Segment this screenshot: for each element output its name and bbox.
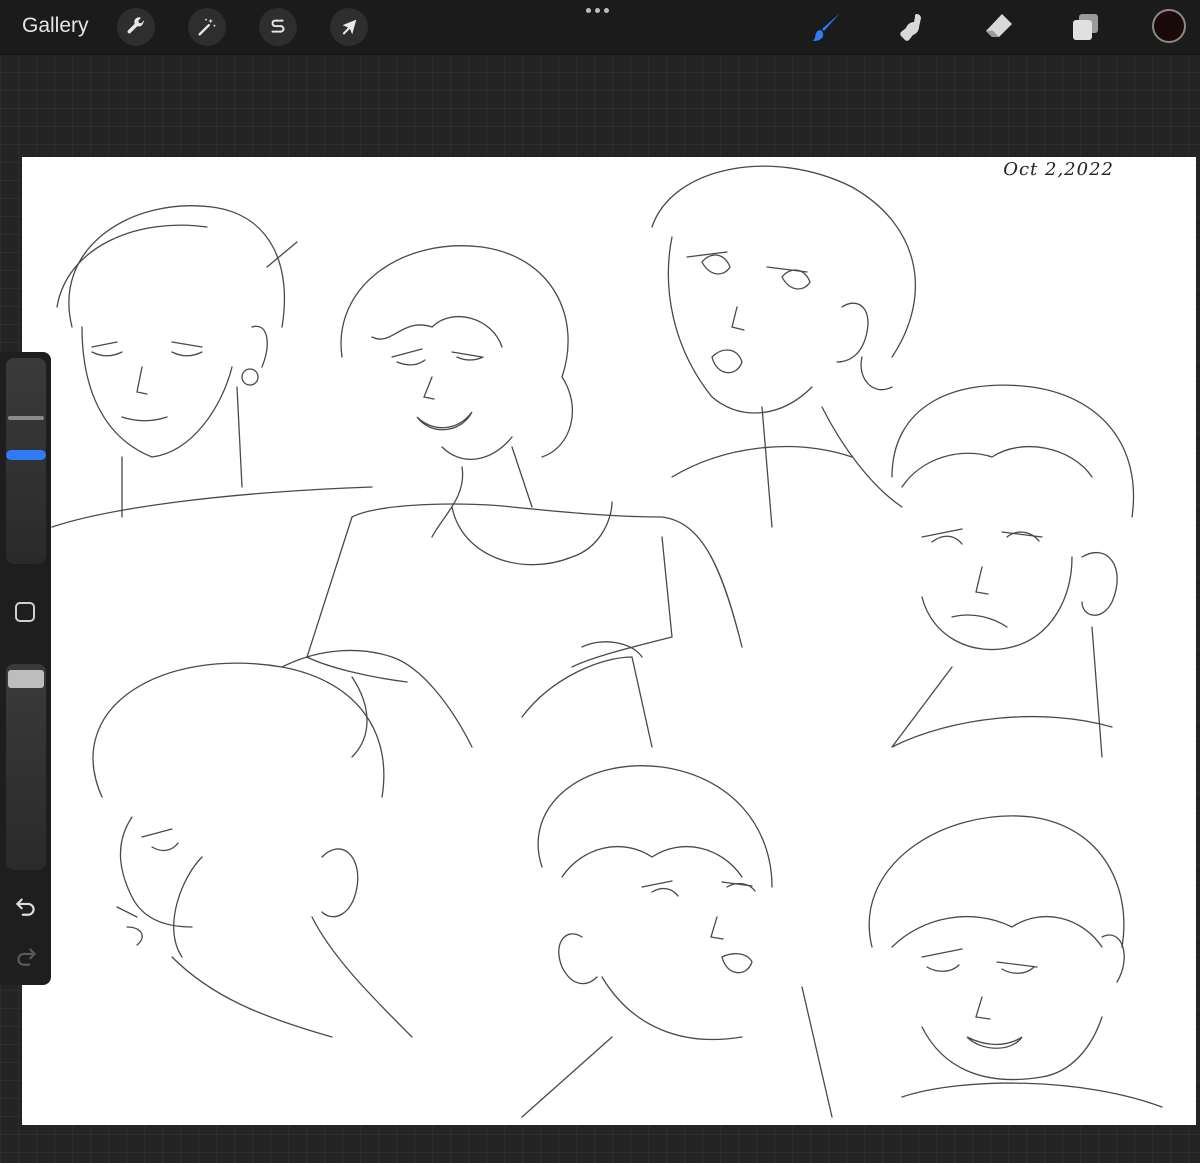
sketch-head-6	[521, 765, 833, 1118]
selection-s-icon	[271, 19, 285, 33]
smudge-finger-icon	[900, 14, 921, 41]
gallery-button[interactable]: Gallery	[22, 14, 89, 38]
undo-arrow-icon[interactable]	[13, 892, 39, 918]
wrench-icon	[127, 17, 145, 34]
more-dots-icon[interactable]	[586, 8, 609, 13]
eraser-tool-button[interactable]	[982, 10, 1016, 44]
sketch-head-4	[891, 384, 1135, 758]
sketch-head-1	[51, 205, 373, 528]
actions-wrench-button[interactable]	[117, 8, 155, 46]
selection-button[interactable]	[259, 8, 297, 46]
transform-button[interactable]	[330, 8, 368, 46]
redo-arrow-icon[interactable]	[13, 942, 39, 968]
brush-size-slider[interactable]	[6, 358, 46, 564]
brush-size-marker	[8, 416, 44, 420]
sketch-head-2	[306, 245, 743, 748]
smudge-tool-button[interactable]	[895, 10, 929, 44]
adjustments-button[interactable]	[188, 8, 226, 46]
top-toolbar: Gallery	[0, 0, 1200, 55]
color-picker-swatch[interactable]	[1152, 9, 1186, 43]
eraser-icon	[986, 14, 1012, 37]
layers-tool-button[interactable]	[1068, 10, 1102, 44]
sketch-head-7	[868, 815, 1163, 1108]
opacity-handle[interactable]	[8, 670, 44, 688]
brush-tool-button[interactable]	[810, 10, 844, 44]
brush-size-handle[interactable]	[8, 452, 44, 458]
drawing-canvas[interactable]: Oct 2,2022	[22, 157, 1196, 1125]
brush-icon	[813, 13, 840, 41]
sketch-artwork	[51, 165, 1163, 1118]
magic-wand-icon	[198, 18, 216, 36]
opacity-slider[interactable]	[6, 664, 46, 870]
modify-square-icon[interactable]	[15, 602, 35, 622]
layers-icon	[1073, 14, 1098, 40]
left-sidebar	[0, 352, 51, 985]
arrow-cursor-icon	[342, 19, 357, 35]
sketch-head-3	[651, 165, 917, 528]
sketch-head-5	[92, 649, 473, 1038]
